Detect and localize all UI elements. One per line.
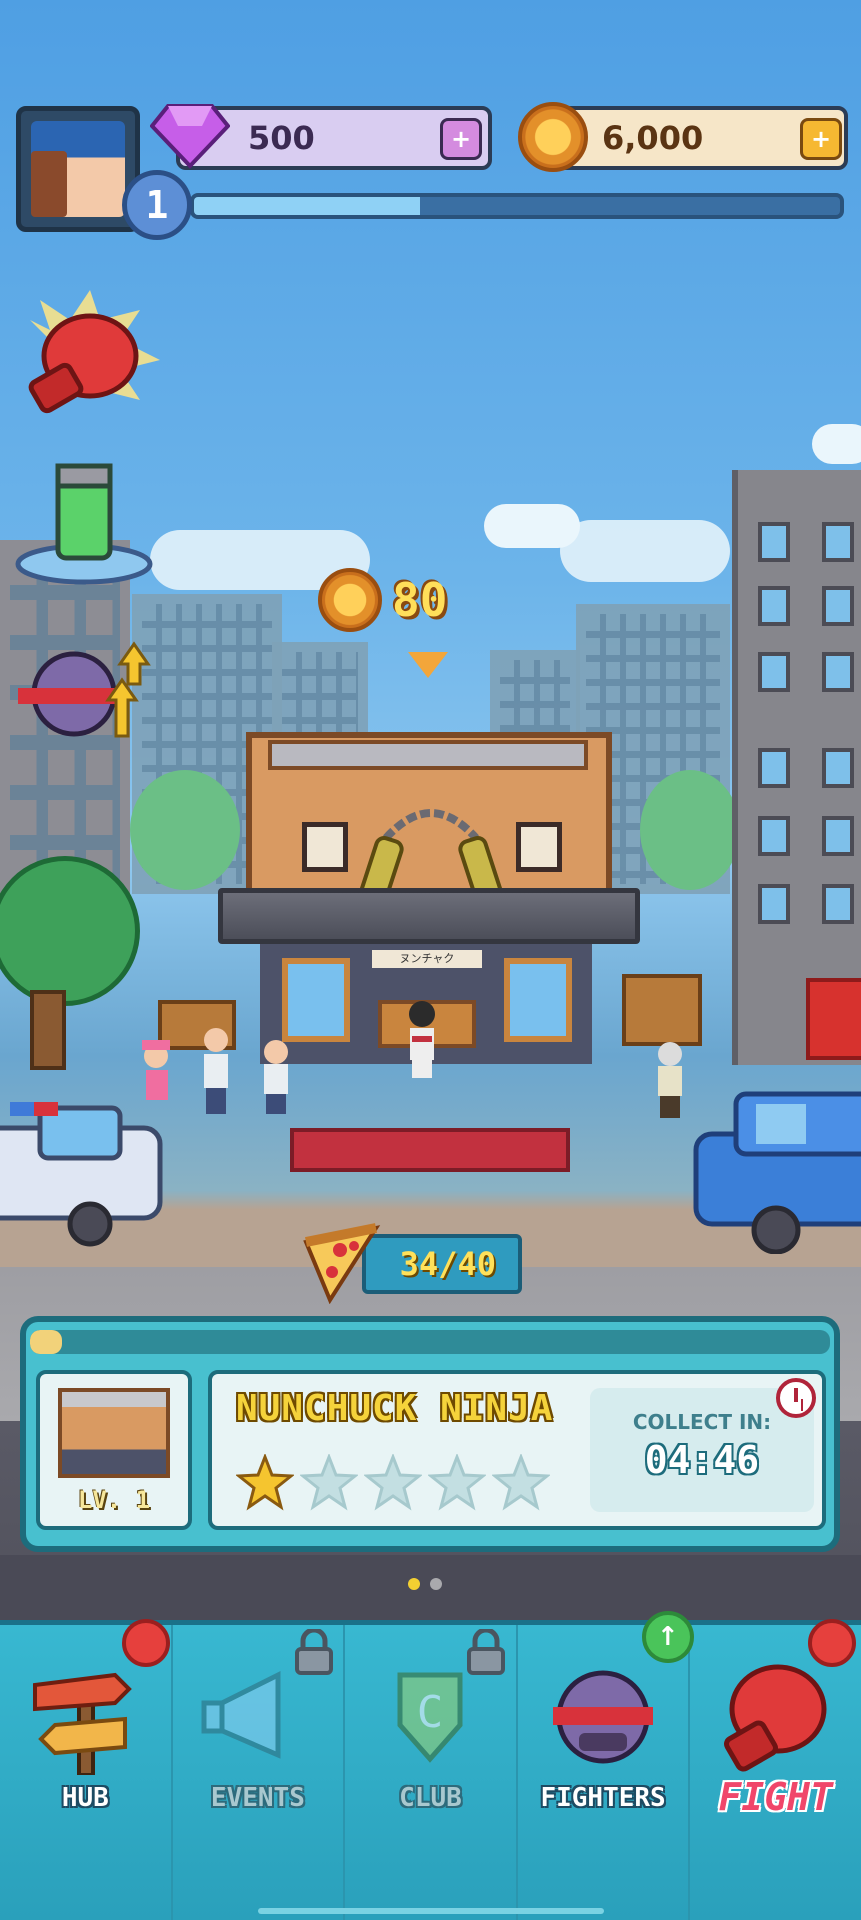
page-indicator <box>408 1578 442 1590</box>
nav-club[interactable]: C CLUB <box>345 1625 518 1920</box>
building-level: LV. 1 <box>77 1486 151 1514</box>
card-progress-bar <box>30 1330 830 1354</box>
tree-trunk <box>30 990 66 1070</box>
collect-coins-bubble[interactable]: 80 <box>318 568 447 632</box>
pizza-energy-counter: 34/40 <box>362 1234 522 1294</box>
page-dot[interactable] <box>408 1578 420 1590</box>
upgrade-available-icon: ↑ <box>641 1611 694 1663</box>
star-empty-icon <box>428 1454 486 1511</box>
clock-icon <box>776 1378 816 1418</box>
fighter-upgrade-icon[interactable] <box>12 640 152 740</box>
cloud <box>560 520 730 582</box>
star-filled-icon <box>236 1454 294 1511</box>
reward-coin-amount: 80 <box>392 573 448 627</box>
add-coins-button[interactable]: + <box>800 118 842 160</box>
star-empty-icon <box>492 1454 550 1511</box>
pizza-icon <box>303 1223 381 1304</box>
nav-fight[interactable]: FIGHT <box>690 1619 861 1920</box>
dojo-mat <box>290 1128 570 1172</box>
collect-label: COLLECT IN: <box>632 1410 772 1434</box>
player-level-badge: 1 <box>122 170 192 240</box>
add-gems-button[interactable]: + <box>440 118 482 160</box>
police-car <box>0 1102 163 1247</box>
notification-dot <box>122 1619 170 1667</box>
nav-club-label: CLUB <box>399 1783 462 1813</box>
nav-hub-label: HUB <box>61 1783 109 1813</box>
building-thumbnail-image <box>58 1388 170 1478</box>
cloud <box>812 424 861 464</box>
energy-canister-icon[interactable] <box>14 456 154 586</box>
building-thumbnail[interactable]: LV. 1 <box>36 1370 192 1530</box>
lock-icon <box>467 1629 506 1675</box>
background-tree <box>640 770 740 890</box>
bottom-nav: HUB EVENTS C CLUB ↑ FIGHTERS FIGHT <box>0 1611 861 1920</box>
building-info: NUNCHUCK NINJA COLLECT IN: 04:46 <box>208 1370 826 1530</box>
boxing-glove-icon[interactable] <box>10 290 160 420</box>
coin-amount: 6,000 <box>602 119 704 157</box>
lock-icon <box>294 1629 333 1675</box>
chevron-down-icon <box>408 652 448 678</box>
dojo-roof <box>268 740 588 770</box>
home-indicator[interactable] <box>258 1908 604 1914</box>
notification-dot <box>808 1619 857 1667</box>
svg-text:C: C <box>417 1687 444 1738</box>
nav-hub[interactable]: HUB <box>0 1619 173 1920</box>
right-tower <box>732 470 861 1065</box>
card-progress-fill <box>30 1330 62 1354</box>
signpost-icon <box>33 1672 133 1775</box>
nav-events[interactable]: EVENTS <box>173 1625 346 1920</box>
nav-fighters[interactable]: ↑ FIGHTERS <box>518 1611 694 1920</box>
player-avatar[interactable] <box>16 106 140 232</box>
building-name: NUNCHUCK NINJA <box>236 1388 554 1429</box>
coin-icon <box>518 102 588 172</box>
dojo-sign: ヌンチャク <box>372 950 482 968</box>
gem-icon <box>150 104 230 169</box>
foreground-tree <box>0 856 140 1006</box>
star-empty-icon <box>300 1454 358 1511</box>
xp-progress-fill <box>194 197 421 215</box>
dojo-eave <box>218 888 640 944</box>
xp-progress-bar <box>190 193 844 219</box>
collect-time: 04:46 <box>644 1438 760 1482</box>
star-rating <box>236 1454 550 1512</box>
blue-car <box>693 1091 861 1254</box>
fighter-head-icon <box>553 1670 654 1764</box>
nav-fighters-label: FIGHTERS <box>540 1783 666 1813</box>
boxing-glove-icon <box>723 1664 827 1772</box>
nav-events-label: EVENTS <box>210 1783 305 1813</box>
nav-fight-label: FIGHT <box>718 1775 833 1819</box>
old-man <box>658 1042 682 1118</box>
ninja-shopkeeper <box>409 1001 435 1078</box>
coin-icon <box>318 568 382 632</box>
background-tree <box>130 770 240 890</box>
page-dot[interactable] <box>430 1578 442 1590</box>
gem-amount: 500 <box>248 119 315 157</box>
crate <box>622 974 702 1046</box>
energy-value: 34/40 <box>399 1245 496 1283</box>
star-empty-icon <box>364 1454 422 1511</box>
